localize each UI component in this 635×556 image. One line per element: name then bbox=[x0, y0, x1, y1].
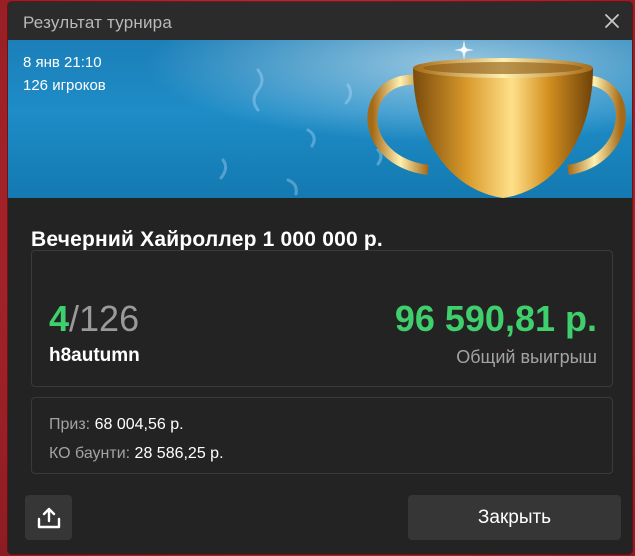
close-icon[interactable] bbox=[600, 9, 624, 33]
place-total: /126 bbox=[69, 298, 140, 339]
finish-place: 4/126 bbox=[49, 299, 139, 339]
total-winnings-label: Общий выигрыш bbox=[456, 347, 597, 367]
result-card: 4/126 h8autumn 96 590,81 р. Общий выигры… bbox=[31, 250, 613, 387]
place-number: 4 bbox=[49, 298, 70, 339]
share-button[interactable] bbox=[25, 495, 72, 540]
winnings-breakdown: Приз: 68 004,56 р. КО баунти: 28 586,25 … bbox=[31, 397, 613, 474]
bounty-value: 28 586,25 р. bbox=[134, 445, 224, 462]
total-winnings: 96 590,81 р. bbox=[394, 298, 597, 339]
dialog-title: Результат турнира bbox=[23, 13, 172, 32]
tournament-banner: 8 янв 21:10 126 игроков bbox=[8, 40, 632, 198]
share-upload-icon bbox=[37, 507, 60, 528]
close-button[interactable]: Закрыть bbox=[408, 495, 621, 540]
prize-value: 68 004,56 р. bbox=[94, 416, 184, 433]
player-count: 126 игроков bbox=[23, 77, 106, 94]
prize-row: Приз: 68 004,56 р. bbox=[49, 416, 184, 434]
bounty-row: КО баунти: 28 586,25 р. bbox=[49, 445, 224, 463]
trophy-cup-illustration bbox=[8, 40, 632, 198]
bounty-label: КО баунти: bbox=[49, 445, 131, 462]
tournament-name: Вечерний Хайроллер 1 000 000 р. bbox=[31, 228, 383, 251]
tournament-result-dialog: Результат турнира 8 янв 21:10 126 игроко… bbox=[8, 2, 632, 554]
dialog-titlebar: Результат турнира bbox=[8, 2, 632, 40]
tournament-date: 8 янв 21:10 bbox=[23, 54, 102, 71]
player-name: h8autumn bbox=[49, 345, 140, 366]
prize-label: Приз: bbox=[49, 416, 91, 433]
